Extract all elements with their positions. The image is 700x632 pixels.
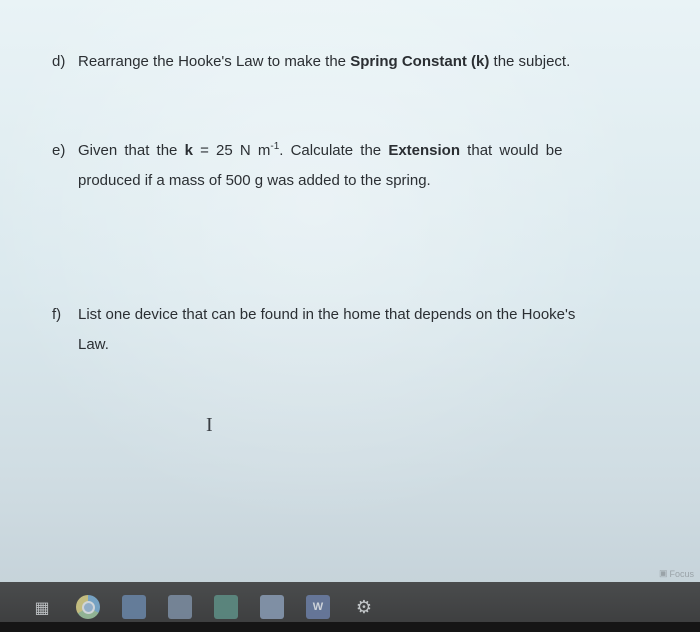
mail-icon[interactable]: [214, 595, 238, 619]
focus-button[interactable]: ▣ Focus: [659, 568, 694, 579]
question-e-k: k: [184, 142, 193, 159]
question-d-text: Rearrange the Hooke's Law to make the: [78, 53, 351, 70]
photos-icon[interactable]: [260, 595, 284, 619]
question-e-end: that would be: [460, 142, 563, 159]
question-e-bold: Extension: [388, 142, 461, 159]
screen: d) Rearrange the Hooke's Law to make the …: [0, 0, 700, 632]
question-e-label: e): [52, 142, 66, 159]
question-e-line2: produced if a mass of 500 g was added to…: [78, 172, 431, 189]
store-icon[interactable]: [168, 595, 192, 619]
question-f-line2: Law.: [78, 336, 109, 353]
focus-icon: ▣: [658, 568, 668, 578]
settings-icon[interactable]: ⚙: [352, 595, 376, 619]
file-explorer-icon[interactable]: [122, 595, 146, 619]
task-view-icon[interactable]: ▦: [30, 595, 54, 619]
question-f: f) List one device that can be found in t…: [52, 300, 575, 360]
question-e-value: = 25 N m: [192, 142, 271, 159]
question-e: e) Given that the k = 25 N m-1. Calculate…: [52, 136, 562, 196]
question-d-bold: Spring Constant (k): [350, 53, 490, 70]
question-d-end: the subject.: [489, 53, 571, 70]
word-icon[interactable]: W: [306, 595, 330, 619]
chrome-icon[interactable]: [76, 595, 100, 619]
question-d: d) Rearrange the Hooke's Law to make the …: [52, 47, 570, 77]
question-e-calc: . Calculate the: [279, 142, 389, 159]
screen-bezel: [0, 622, 700, 632]
focus-label: Focus: [669, 568, 694, 579]
question-f-label: f): [52, 306, 62, 323]
text-cursor-icon: I: [206, 414, 213, 436]
question-e-given: Given that the: [78, 142, 185, 159]
document-page[interactable]: d) Rearrange the Hooke's Law to make the …: [0, 0, 700, 582]
question-d-label: d): [52, 53, 66, 70]
question-f-line1: List one device that can be found in the…: [78, 306, 576, 323]
question-e-exponent: -1: [270, 141, 280, 152]
